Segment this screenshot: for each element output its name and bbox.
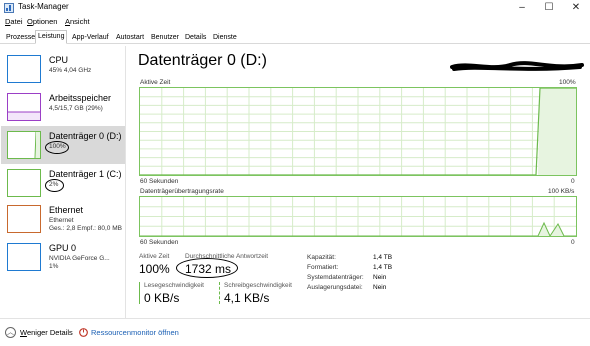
system-disk-value: Nein — [373, 274, 387, 281]
active-time-label: Aktive Zeit — [139, 253, 170, 260]
cpu-thumbnail-graph — [7, 55, 41, 83]
sidebar-item-gpu[interactable]: GPU 0 NVIDIA GeForce G... 1% — [1, 238, 125, 276]
menu-optionen[interactable]: Optionen — [27, 17, 57, 26]
tab-leistung[interactable]: Leistung — [35, 30, 68, 44]
handdrawn-circle-annotation — [45, 179, 64, 192]
redacted-scribble — [450, 61, 584, 71]
task-manager-app-icon — [4, 3, 14, 13]
footer-bar: ︿ Weniger Details Ressourcenmonitor öffn… — [0, 318, 590, 346]
sidebar-item-disk0[interactable]: Datenträger 0 (D:) 100% — [1, 126, 125, 164]
sidebar-item-value: NVIDIA GeForce G... 1% — [49, 255, 110, 270]
sidebar-item-disk1[interactable]: Datenträger 1 (C:) 2% — [1, 164, 125, 202]
handdrawn-circle-annotation — [45, 141, 69, 154]
tab-autostart[interactable]: Autostart — [113, 31, 147, 43]
pagefile-value: Nein — [373, 284, 387, 291]
task-manager-window: Task-Manager – ☐ ✕ Datei Optionen Ansich… — [0, 0, 590, 346]
tab-app-verlauf[interactable]: App-Verlauf — [69, 31, 112, 43]
ethernet-thumbnail-graph — [7, 205, 41, 233]
resource-monitor-icon — [79, 328, 88, 337]
tab-details[interactable]: Details — [182, 31, 209, 43]
sidebar-item-value: 45% 4,04 GHz — [49, 67, 92, 74]
sidebar-item-memory[interactable]: Arbeitsspeicher 4,5/15,7 GB (29%) — [1, 88, 125, 126]
formatted-value: 1,4 TB — [373, 264, 393, 271]
sidebar-item-label: Datenträger 0 (D:) — [49, 131, 122, 141]
menu-ansicht[interactable]: Ansicht — [65, 17, 90, 26]
tab-dienste[interactable]: Dienste — [210, 31, 240, 43]
formatted-label: Formatiert: — [307, 264, 339, 271]
sidebar-item-label: Datenträger 1 (C:) — [49, 169, 122, 179]
pagefile-label: Auslagerungsdatei: — [307, 284, 363, 291]
read-speed-label: Lesegeschwindigkeit — [144, 282, 204, 289]
read-speed-value: 0 KB/s — [144, 291, 180, 305]
disk1-thumbnail-graph — [7, 169, 41, 197]
sidebar-item-label: Ethernet — [49, 205, 84, 215]
system-disk-label: Systemdatenträger: — [307, 274, 364, 281]
active-time-fill — [538, 88, 576, 175]
gpu-thumbnail-graph — [7, 243, 41, 271]
chevron-up-icon[interactable]: ︿ — [5, 327, 16, 338]
tab-bar: Prozesse Leistung App-Verlauf Autostart … — [0, 30, 590, 44]
graph2-label: Datenträgerübertragungsrate — [140, 188, 224, 195]
menu-datei[interactable]: Datei — [5, 17, 23, 26]
sidebar-item-value: 4,5/15,7 GB (29%) — [49, 105, 103, 112]
write-indicator-line — [219, 282, 220, 304]
graph2-time-label: 60 Sekunden — [140, 239, 179, 246]
capacity-value: 1,4 TB — [373, 254, 393, 261]
write-speed-label: Schreibgeschwindigkeit — [224, 282, 292, 289]
maximize-button[interactable]: ☐ — [535, 0, 563, 16]
active-time-value: 100% — [139, 262, 170, 276]
transfer-rate-graph — [139, 196, 577, 237]
read-indicator-line — [139, 282, 140, 304]
sidebar-item-ethernet[interactable]: Ethernet Ethernet Ges.: 2,8 Empf.: 80,0 … — [1, 200, 125, 238]
sidebar-item-label: GPU 0 — [49, 243, 77, 253]
minimize-button[interactable]: – — [508, 0, 536, 16]
close-button[interactable]: ✕ — [562, 0, 590, 16]
graph1-min-label: 0 — [571, 178, 575, 185]
graph2-max-label: 100 KB/s — [548, 188, 575, 195]
capacity-label: Kapazität: — [307, 254, 336, 261]
memory-thumbnail-graph — [7, 93, 41, 121]
graph1-time-label: 60 Sekunden — [140, 178, 179, 185]
graph2-min-label: 0 — [571, 239, 575, 246]
graph1-label: Aktive Zeit — [140, 79, 171, 86]
sidebar-item-value: Ethernet Ges.: 2,8 Empf.: 80,0 MB — [49, 217, 122, 232]
active-time-graph — [139, 87, 577, 176]
handdrawn-circle-annotation — [176, 258, 238, 278]
resource-monitor-link[interactable]: Ressourcenmonitor öffnen — [91, 328, 179, 337]
fewer-details-button[interactable]: Weniger Details — [20, 328, 73, 337]
sidebar-item-label: Arbeitsspeicher — [49, 93, 112, 103]
performance-sidebar: CPU 45% 4,04 GHz Arbeitsspeicher 4,5/15,… — [0, 46, 126, 318]
write-speed-value: 4,1 KB/s — [224, 291, 270, 305]
title-bar: Task-Manager – ☐ ✕ — [0, 0, 590, 16]
tab-prozesse[interactable]: Prozesse — [3, 31, 38, 43]
window-title: Task-Manager — [18, 2, 69, 11]
tab-benutzer[interactable]: Benutzer — [148, 31, 182, 43]
sidebar-item-cpu[interactable]: CPU 45% 4,04 GHz — [1, 50, 125, 88]
page-title: Datenträger 0 (D:) — [138, 52, 267, 69]
disk0-thumbnail-graph — [7, 131, 41, 159]
graph1-max-label: 100% — [559, 79, 576, 86]
sidebar-item-label: CPU — [49, 55, 69, 65]
